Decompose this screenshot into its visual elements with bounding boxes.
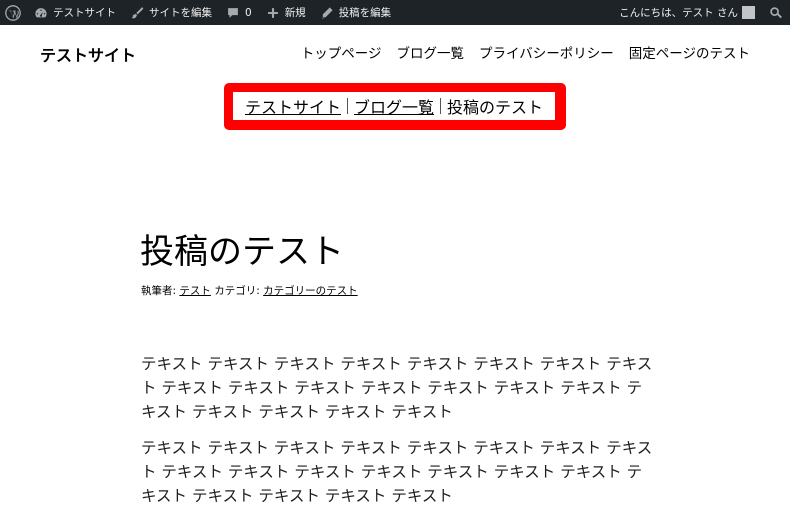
author-label: 執筆者: bbox=[141, 285, 177, 297]
site-name-label: テストサイト bbox=[53, 7, 116, 19]
breadcrumb-separator bbox=[440, 98, 441, 114]
greeting-label: こんにちは、テスト さん bbox=[619, 7, 738, 19]
paragraph: テキスト テキスト テキスト テキスト テキスト テキスト テキスト テキスト … bbox=[141, 355, 653, 421]
admin-bar: テストサイト サイトを編集 0 新規 投稿を編集 こんにちは、テスト さん bbox=[0, 0, 790, 25]
site-name-menu[interactable]: テストサイト bbox=[27, 0, 123, 25]
wordpress-logo-menu[interactable] bbox=[0, 0, 27, 25]
author-link[interactable]: テスト bbox=[179, 285, 211, 297]
dashboard-icon bbox=[35, 7, 47, 17]
breadcrumb-item-blog-list[interactable]: ブログ一覧 bbox=[354, 94, 434, 118]
my-account-menu[interactable]: こんにちは、テスト さん bbox=[612, 0, 762, 25]
new-label: 新規 bbox=[284, 7, 306, 19]
breadcrumb-highlight: テストサイト ブログ一覧 投稿のテスト bbox=[224, 83, 566, 130]
site-title[interactable]: テストサイト bbox=[40, 42, 136, 66]
edit-post-label: 投稿を編集 bbox=[338, 7, 392, 19]
nav-item-top-page[interactable]: トップページ bbox=[301, 42, 382, 62]
avatar bbox=[742, 6, 755, 19]
primary-navigation: トップページ ブログ一覧 プライバシーポリシー 固定ページのテスト bbox=[301, 42, 750, 62]
comments-menu[interactable]: 0 bbox=[219, 0, 259, 25]
edit-site-menu[interactable]: サイトを編集 bbox=[123, 0, 219, 25]
comment-icon bbox=[228, 7, 238, 18]
plus-icon bbox=[267, 7, 278, 18]
post-content: テキスト テキスト テキスト テキスト テキスト テキスト テキスト テキスト … bbox=[141, 352, 653, 520]
breadcrumb-item-current: 投稿のテスト bbox=[447, 98, 544, 117]
category-label: カテゴリ: bbox=[214, 285, 260, 297]
search-menu[interactable] bbox=[762, 0, 790, 25]
post-meta: 執筆者: テスト カテゴリ: カテゴリーのテスト bbox=[141, 283, 358, 298]
search-icon bbox=[770, 6, 782, 18]
edit-post-menu[interactable]: 投稿を編集 bbox=[313, 0, 399, 25]
nav-item-fixed-page-test[interactable]: 固定ページのテスト bbox=[629, 42, 750, 62]
breadcrumb-item-home[interactable]: テストサイト bbox=[245, 94, 341, 118]
breadcrumb-separator bbox=[346, 98, 348, 114]
wordpress-icon bbox=[5, 4, 21, 21]
post-title: 投稿のテスト bbox=[140, 232, 344, 272]
pencil-icon bbox=[321, 6, 333, 19]
comments-count: 0 bbox=[245, 6, 252, 19]
edit-site-label: サイトを編集 bbox=[149, 7, 212, 19]
brush-icon bbox=[131, 6, 144, 18]
nav-item-blog-list[interactable]: ブログ一覧 bbox=[397, 42, 465, 62]
nav-item-privacy-policy[interactable]: プライバシーポリシー bbox=[479, 42, 614, 62]
new-content-menu[interactable]: 新規 bbox=[259, 0, 313, 25]
paragraph: テキスト テキスト テキスト テキスト テキスト テキスト テキスト テキスト … bbox=[141, 439, 653, 505]
breadcrumb: テストサイト ブログ一覧 投稿のテスト bbox=[233, 92, 555, 120]
category-link[interactable]: カテゴリーのテスト bbox=[263, 285, 358, 297]
